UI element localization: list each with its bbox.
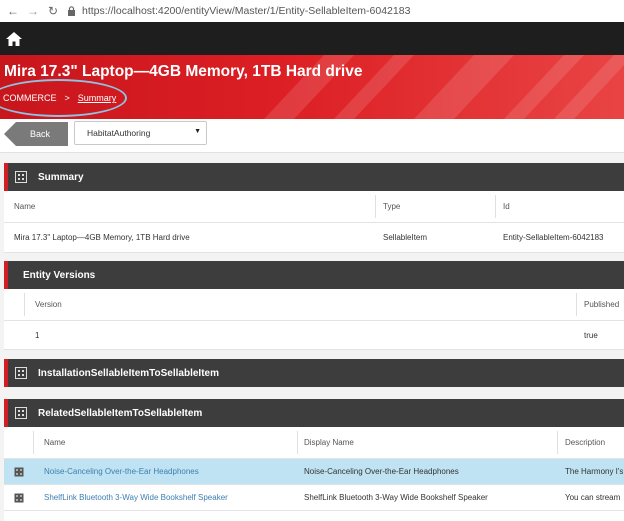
- forward-arrow-icon[interactable]: →: [26, 4, 40, 18]
- reload-icon[interactable]: ↻: [46, 4, 60, 18]
- lock-icon: [66, 6, 76, 16]
- table-row[interactable]: ShelfLink Bluetooth 3-Way Wide Bookshelf…: [4, 485, 624, 511]
- related-panel-title: RelatedSellableItemToSellableItem: [38, 407, 203, 419]
- entity-grid-icon: [10, 163, 32, 191]
- table-row[interactable]: 1 true: [4, 321, 624, 350]
- column-header-description: Description: [565, 438, 606, 447]
- table-header-row: Name Display Name Description: [4, 427, 624, 459]
- related-item-description: The Harmony I's: [565, 467, 624, 476]
- entity-versions-panel-title: Entity Versions: [23, 269, 96, 281]
- summary-panel-header[interactable]: Summary: [4, 163, 624, 191]
- related-item-display-name: ShelfLink Bluetooth 3-Way Wide Bookshelf…: [304, 493, 488, 502]
- item-icon: [14, 459, 24, 484]
- related-item-description: You can stream: [565, 493, 621, 502]
- entity-grid-icon: [10, 359, 32, 387]
- column-header-version: Version: [35, 300, 62, 309]
- version-value: 1: [35, 330, 40, 340]
- column-header-name: Name: [44, 438, 66, 447]
- summary-panel-title: Summary: [38, 171, 84, 183]
- table-header-row: Name Type Id: [4, 191, 624, 223]
- summary-type-value: SellableItem: [383, 233, 428, 242]
- summary-id-value: Entity-SellableItem-6042183: [503, 233, 604, 242]
- column-header-id: Id: [503, 202, 510, 211]
- url-text[interactable]: https://localhost:4200/entityView/Master…: [82, 5, 410, 17]
- breadcrumb-current[interactable]: Summary: [78, 93, 117, 103]
- summary-table: Name Type Id Mira 17.3" Laptop—4GB Memor…: [4, 191, 624, 253]
- page-header: Mira 17.3" Laptop—4GB Memory, 1TB Hard d…: [0, 55, 624, 119]
- home-icon[interactable]: [5, 30, 23, 48]
- back-arrow-icon[interactable]: ←: [6, 4, 20, 18]
- related-panel-header[interactable]: RelatedSellableItemToSellableItem: [4, 399, 624, 427]
- column-header-display-name: Display Name: [304, 438, 354, 447]
- environment-select-value: HabitatAuthoring: [87, 128, 151, 138]
- breadcrumb-root[interactable]: COMMERCE: [3, 93, 57, 103]
- related-item-name-link[interactable]: Noise-Canceling Over-the-Ear Headphones: [44, 459, 199, 484]
- entity-versions-panel-header[interactable]: Entity Versions: [4, 261, 624, 289]
- browser-address-bar: ← → ↻ https://localhost:4200/entityView/…: [0, 0, 624, 22]
- breadcrumb-separator: >: [64, 93, 70, 103]
- installation-panel-title: InstallationSellableItemToSellableItem: [38, 367, 219, 379]
- table-row[interactable]: Noise-Canceling Over-the-Ear Headphones …: [4, 459, 624, 485]
- related-item-name-link[interactable]: ShelfLink Bluetooth 3-Way Wide Bookshelf…: [44, 485, 228, 510]
- table-header-row: Version Published: [4, 289, 624, 321]
- entity-grid-icon: [10, 399, 32, 427]
- column-header-published: Published: [584, 300, 620, 309]
- item-icon: [14, 485, 24, 510]
- environment-select[interactable]: HabitatAuthoring ▼: [74, 121, 207, 145]
- column-header-name: Name: [14, 202, 36, 211]
- installation-panel-header[interactable]: InstallationSellableItemToSellableItem: [4, 359, 624, 387]
- table-row[interactable]: Mira 17.3" Laptop—4GB Memory, 1TB Hard d…: [4, 223, 624, 253]
- back-button[interactable]: Back: [4, 122, 68, 146]
- published-value: true: [584, 330, 598, 340]
- page-title: Mira 17.3" Laptop—4GB Memory, 1TB Hard d…: [4, 63, 363, 80]
- column-header-type: Type: [383, 202, 401, 211]
- related-item-display-name: Noise-Canceling Over-the-Ear Headphones: [304, 467, 459, 476]
- summary-name-value: Mira 17.3" Laptop—4GB Memory, 1TB Hard d…: [14, 233, 190, 242]
- chevron-down-icon: ▼: [194, 128, 201, 135]
- versions-table: Version Published 1 true: [4, 289, 624, 350]
- breadcrumb: COMMERCE > Summary: [3, 93, 116, 103]
- toolbar: Back HabitatAuthoring ▼: [0, 119, 624, 153]
- app-top-bar: [0, 22, 624, 55]
- related-table: Name Display Name Description Noise-Canc…: [4, 427, 624, 521]
